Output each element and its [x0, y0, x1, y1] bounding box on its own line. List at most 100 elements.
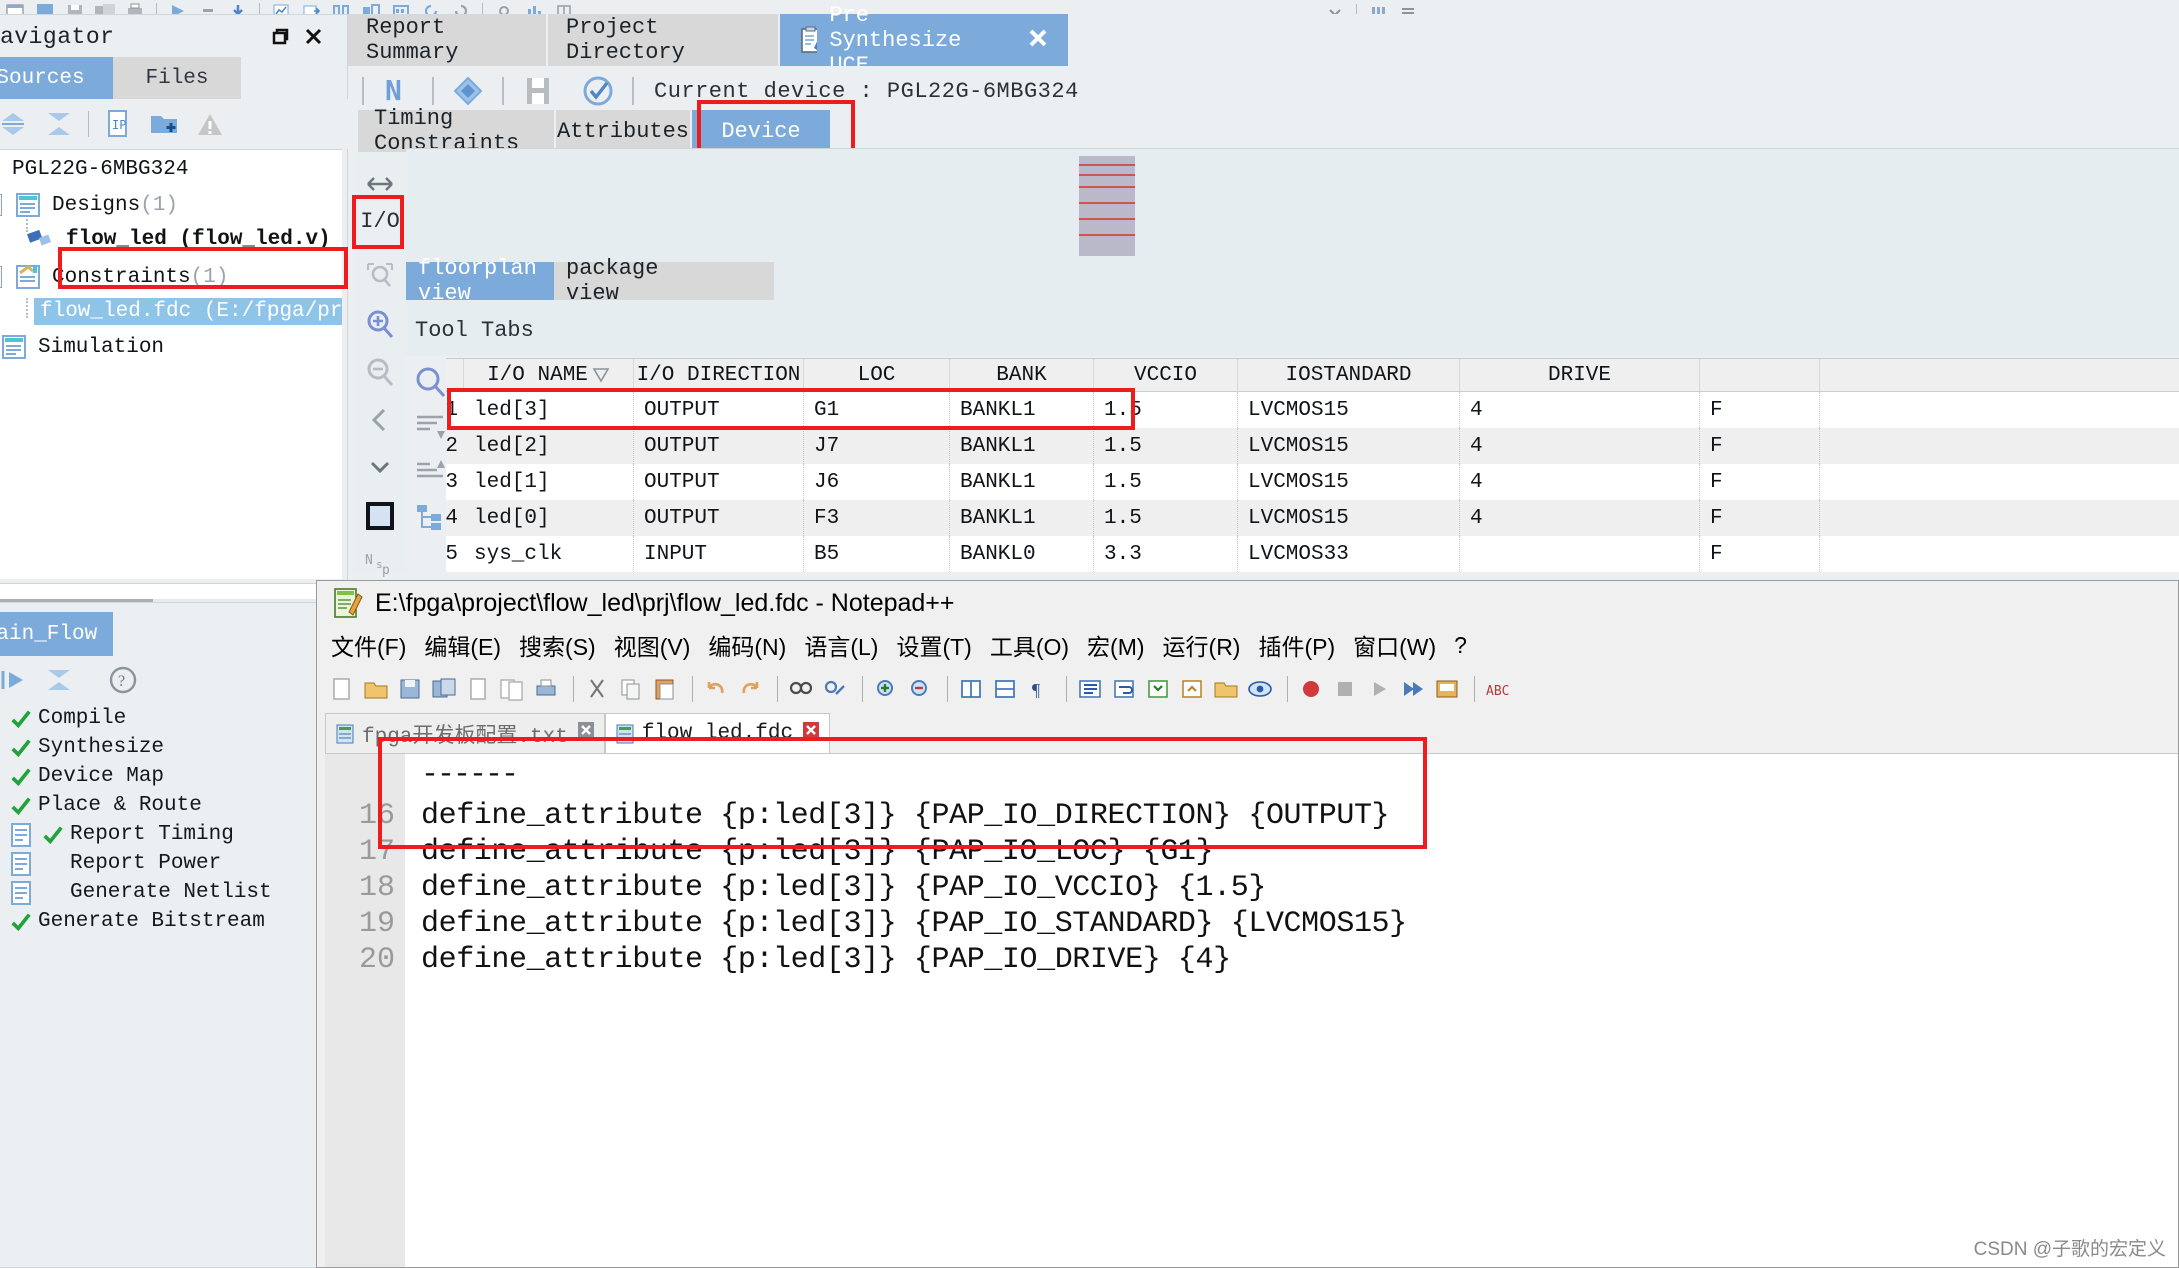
editor-line[interactable]: 17 define_attribute {p:led[3]} {PAP_IO_L…	[325, 834, 1214, 870]
validate-check-icon[interactable]	[568, 66, 628, 116]
cell-loc[interactable]: J6	[804, 464, 950, 500]
tree-node-flow-led-v[interactable]: flow_led (flow_led.v)	[26, 224, 331, 254]
tree-node-flow-led-fdc[interactable]: flow_led.fdc (E:/fpga/proj	[26, 296, 342, 326]
flow-run-icon[interactable]	[0, 655, 36, 705]
cell-iostandard[interactable]: LVCMOS33	[1238, 536, 1460, 572]
flow-item-place-route[interactable]: Place & Route	[0, 791, 348, 820]
indent-guide-icon[interactable]	[1075, 673, 1105, 705]
cell-drive[interactable]: 4	[1460, 464, 1700, 500]
tree-node-constraints[interactable]: Constraints (1)	[0, 262, 228, 292]
cut-icon[interactable]	[582, 673, 612, 705]
find-icon[interactable]	[786, 673, 816, 705]
cell-bank[interactable]: BANKL1	[950, 428, 1094, 464]
document-map-icon[interactable]	[1245, 673, 1275, 705]
cell-vccio[interactable]: 3.3	[1094, 536, 1238, 572]
expand-down-icon[interactable]	[354, 444, 406, 492]
cell-vccio[interactable]: 1.5	[1094, 500, 1238, 536]
wrap-icon[interactable]	[1109, 673, 1139, 705]
select-box-icon[interactable]	[354, 492, 406, 540]
cell-drive[interactable]: 4	[1460, 392, 1700, 428]
cell-iostandard[interactable]: LVCMOS15	[1238, 500, 1460, 536]
play-macro-icon[interactable]	[1364, 673, 1394, 705]
table-row[interactable]: 1 led[3] OUTPUT G1 BANKL1 1.5 LVCMOS15 4…	[445, 392, 2179, 428]
subtab-device[interactable]: Device	[692, 110, 832, 152]
col-header-bank[interactable]: BANK	[950, 359, 1094, 391]
menu-plugins[interactable]: 插件(P)	[1258, 628, 1335, 662]
cell-io-direction[interactable]: OUTPUT	[634, 428, 804, 464]
prev-icon[interactable]	[354, 396, 406, 444]
cell-drive[interactable]: 4	[1460, 500, 1700, 536]
cell-loc[interactable]: F3	[804, 500, 950, 536]
npp-tab-fpga-config[interactable]: fpga开发板配置.txt	[325, 713, 605, 753]
menu-settings[interactable]: 设置(T)	[896, 628, 971, 662]
view-tab-floorplan[interactable]: floorplan view	[406, 256, 554, 306]
fold-all-icon[interactable]	[1143, 673, 1173, 705]
restore-icon[interactable]	[269, 27, 291, 52]
cell-io-name[interactable]: led[3]	[464, 392, 634, 428]
cell-io-direction[interactable]: OUTPUT	[634, 464, 804, 500]
col-header-loc[interactable]: LOC	[804, 359, 950, 391]
subtab-timing-constraints[interactable]: Timing Constraints	[358, 106, 556, 156]
cell-extra[interactable]: F	[1700, 500, 1820, 536]
close-icon[interactable]	[303, 25, 325, 52]
show-all-chars-icon[interactable]: ¶	[1024, 673, 1054, 705]
table-row[interactable]: 5 sys_clk INPUT B5 BANKL0 3.3 LVCMOS33 F	[445, 536, 2179, 572]
npp-tab-close-icon[interactable]	[576, 720, 596, 747]
play-macro-multiple-icon[interactable]	[1398, 673, 1428, 705]
col-header-iostandard[interactable]: IOSTANDARD	[1238, 359, 1460, 391]
menu-tools[interactable]: 工具(O)	[990, 628, 1069, 662]
tree-node-designs[interactable]: Designs (1)	[0, 190, 178, 220]
cell-bank[interactable]: BANKL1	[950, 392, 1094, 428]
collapse-toggle-designs[interactable]	[0, 194, 2, 216]
save-macro-icon[interactable]	[1432, 673, 1462, 705]
flow-item-synthesize[interactable]: Synthesize	[0, 733, 348, 762]
table-row[interactable]: 3 led[1] OUTPUT J6 BANKL1 1.5 LVCMOS15 4…	[445, 464, 2179, 500]
paste-icon[interactable]	[650, 673, 680, 705]
cell-drive[interactable]	[1460, 536, 1700, 572]
menu-file[interactable]: 文件(F)	[331, 628, 406, 662]
menu-edit[interactable]: 编辑(E)	[424, 628, 501, 662]
flow-collapse-icon[interactable]	[36, 655, 82, 705]
tab-report-summary[interactable]: Report Summary	[348, 14, 548, 66]
cell-vccio[interactable]: 1.5	[1094, 392, 1238, 428]
menu-window[interactable]: 窗口(W)	[1353, 628, 1436, 662]
io-tool-button[interactable]: I/O	[356, 196, 404, 246]
sync-scroll-h-icon[interactable]	[990, 673, 1020, 705]
cell-bank[interactable]: BANKL0	[950, 536, 1094, 572]
flow-item-report-timing[interactable]: Report Timing	[0, 820, 348, 849]
copy-icon[interactable]	[616, 673, 646, 705]
record-macro-icon[interactable]	[1296, 673, 1326, 705]
add-folder-icon[interactable]	[141, 99, 187, 149]
warning-icon[interactable]	[187, 99, 233, 149]
tab-files[interactable]: Files	[113, 57, 241, 99]
tree-node-simulation[interactable]: Simulation	[0, 332, 164, 362]
col-header-vccio[interactable]: VCCIO	[1094, 359, 1238, 391]
cell-loc[interactable]: G1	[804, 392, 950, 428]
editor-line[interactable]: 19 define_attribute {p:led[3]} {PAP_IO_S…	[325, 906, 1407, 942]
col-header-io-direction[interactable]: I/O DIRECTION	[634, 359, 804, 391]
menu-macro[interactable]: 宏(M)	[1087, 628, 1144, 662]
close-file-icon[interactable]	[463, 673, 493, 705]
subtab-attributes[interactable]: Attributes	[556, 110, 692, 152]
cell-iostandard[interactable]: LVCMOS15	[1238, 428, 1460, 464]
undo-icon[interactable]	[701, 673, 731, 705]
tab-sources[interactable]: Sources	[0, 57, 113, 99]
notepadpp-editor[interactable]: ------ 16 define_attribute {p:led[3]} {P…	[325, 753, 2178, 1267]
ip-file-icon[interactable]: IP	[95, 99, 141, 149]
close-all-files-icon[interactable]	[497, 673, 527, 705]
editor-line[interactable]: 20 define_attribute {p:led[3]} {PAP_IO_D…	[325, 942, 1231, 978]
menu-language[interactable]: 语言(L)	[804, 628, 878, 662]
flow-items-list[interactable]: Compile Synthesize Device Map Place & Ro…	[0, 704, 348, 936]
ansi-mode-icon[interactable]: ABC	[1483, 673, 1513, 705]
cell-iostandard[interactable]: LVCMOS15	[1238, 392, 1460, 428]
collapse-toggle-constraints[interactable]	[0, 266, 2, 288]
flow-item-generate-bitstream[interactable]: Generate Bitstream	[0, 907, 348, 936]
cell-extra[interactable]: F	[1700, 464, 1820, 500]
cell-io-name[interactable]: sys_clk	[464, 536, 634, 572]
menu-search[interactable]: 搜索(S)	[519, 628, 596, 662]
menu-run[interactable]: 运行(R)	[1163, 628, 1241, 662]
floorplan-canvas[interactable]	[406, 148, 2179, 356]
zoom-out-editor-icon[interactable]	[905, 673, 935, 705]
cell-loc[interactable]: J7	[804, 428, 950, 464]
cell-vccio[interactable]: 1.5	[1094, 428, 1238, 464]
